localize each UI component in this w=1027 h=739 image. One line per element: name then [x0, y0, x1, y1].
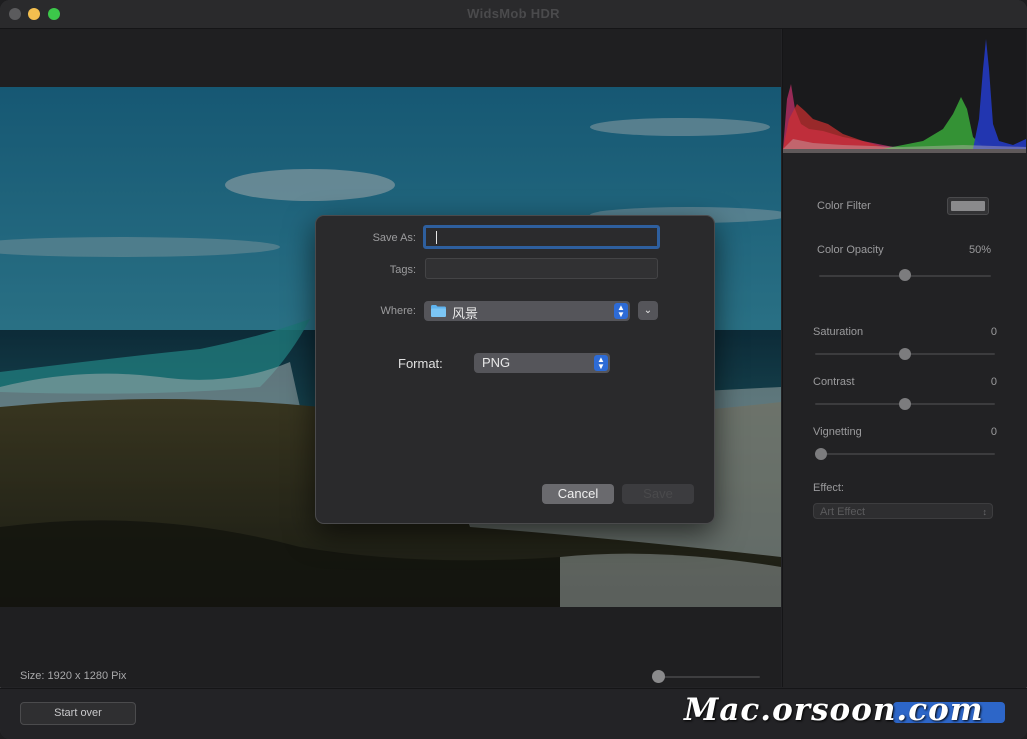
zoom-slider-track[interactable]: [652, 676, 760, 678]
contrast-label: Contrast: [813, 376, 855, 388]
format-popup[interactable]: PNG ▲ ▼: [474, 353, 610, 373]
color-opacity-value: 50%: [968, 244, 991, 256]
histogram-graph: [783, 39, 1026, 153]
vignetting-label: Vignetting: [813, 426, 862, 438]
image-size-label: Size: 1920 x 1280 Pix: [20, 670, 127, 682]
save-as-label: Save As:: [372, 232, 416, 244]
text-caret: [436, 231, 437, 244]
saturation-value: 0: [990, 326, 997, 338]
zoom-slider-knob[interactable]: [652, 670, 665, 683]
vignetting-slider-knob[interactable]: [815, 448, 827, 460]
where-label: Where:: [380, 305, 416, 317]
color-opacity-slider-knob[interactable]: [899, 269, 911, 281]
save-as-field[interactable]: [423, 225, 660, 249]
vignetting-slider-track[interactable]: [815, 453, 995, 455]
color-filter-swatch-color: [951, 201, 985, 211]
chevron-updown-icon: ▲ ▼: [614, 303, 628, 319]
watermark: Mac.orsoon.com: [684, 692, 984, 728]
chevron-down-icon: ⌄: [643, 305, 653, 316]
adjustments-panel: Color Filter Color Opacity 50% Saturatio…: [782, 29, 1027, 687]
effect-select[interactable]: Art Effect ↕: [813, 503, 993, 519]
tags-field[interactable]: [425, 258, 658, 279]
cancel-button[interactable]: Cancel: [542, 484, 614, 504]
format-popup-value: PNG: [482, 355, 511, 370]
effect-select-value: Art Effect: [820, 506, 866, 518]
where-popup[interactable]: 风景 ▲ ▼: [424, 301, 630, 321]
window-title: WidsMob HDR: [467, 6, 560, 21]
color-filter-swatch[interactable]: [947, 197, 989, 215]
contrast-value: 0: [990, 376, 997, 388]
saturation-slider-knob[interactable]: [899, 348, 911, 360]
contrast-slider-knob[interactable]: [899, 398, 911, 410]
vignetting-value: 0: [990, 426, 997, 438]
histogram: [783, 29, 1026, 153]
chevron-updown-icon: ▲ ▼: [594, 355, 608, 371]
format-label: Format:: [398, 356, 443, 371]
color-filter-label: Color Filter: [817, 200, 871, 212]
color-opacity-label: Color Opacity: [817, 244, 884, 256]
where-popup-value: 风景: [452, 306, 479, 321]
dialog-save-button[interactable]: Save: [622, 484, 694, 504]
app-window: WidsMob HDR Size: 1920 x 1280 Pix Color …: [0, 0, 1027, 739]
tags-label: Tags:: [389, 264, 416, 276]
folder-icon: [431, 305, 446, 317]
start-over-button[interactable]: Start over: [20, 702, 136, 725]
title-bar: WidsMob HDR: [0, 0, 1027, 29]
save-dialog: Save As: Tags: Where: 风景 ▲ ▼ ⌄ Format: PN…: [315, 215, 715, 524]
expand-dialog-button[interactable]: ⌄: [638, 301, 658, 320]
effect-label: Effect:: [813, 482, 844, 494]
saturation-label: Saturation: [813, 326, 864, 338]
chevron-updown-icon: ↕: [982, 507, 988, 517]
